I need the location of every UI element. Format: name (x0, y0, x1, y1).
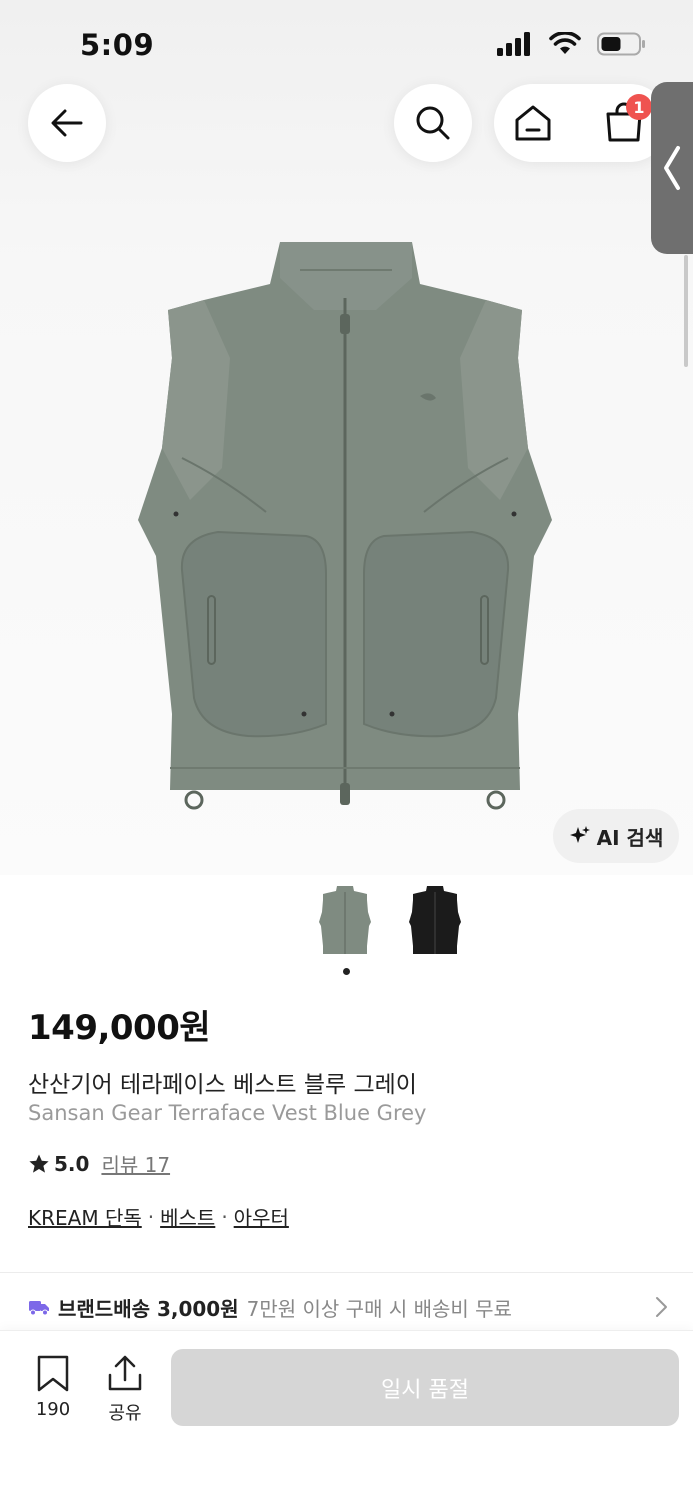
thumbnail-black[interactable] (407, 884, 463, 956)
tag-separator: · (221, 1204, 228, 1229)
thumbnail-blue-grey[interactable] (317, 884, 373, 956)
battery-icon (597, 32, 645, 56)
sold-out-button[interactable]: 일시 품절 (171, 1349, 679, 1426)
chevron-right-icon (656, 1297, 667, 1317)
signal-icon (497, 32, 530, 56)
product-price: 149,000원 (28, 1008, 211, 1048)
bookmark-icon (37, 1355, 69, 1392)
shipping-label: 브랜드배송 3,000원 (58, 1296, 239, 1321)
search-icon (416, 106, 450, 140)
arrow-left-icon (51, 109, 83, 137)
tag-vest[interactable]: 베스트 (160, 1202, 215, 1231)
star-icon (29, 1154, 49, 1173)
rating-value: 5.0 (54, 1151, 90, 1176)
shipping-info-row[interactable]: 브랜드배송 3,000원 7만원 이상 구매 시 배송비 무료 (28, 1292, 668, 1322)
cart-count-badge: 1 (626, 94, 652, 120)
product-name-korean: 산산기어 테라페이스 베스트 블루 그레이 (28, 1072, 417, 1098)
bottom-action-bar: 190 공유 일시 품절 (0, 1330, 693, 1500)
share-button[interactable]: 공유 (100, 1355, 150, 1425)
home-icon (515, 105, 551, 141)
bookmark-count: 190 (35, 1399, 71, 1420)
scroll-indicator (684, 255, 688, 367)
search-button[interactable] (394, 84, 472, 162)
shipping-note: 7만원 이상 구매 시 배송비 무료 (246, 1296, 512, 1321)
selected-thumbnail-indicator (343, 968, 350, 975)
share-label: 공유 (108, 1403, 142, 1424)
section-divider (0, 1272, 693, 1273)
home-button[interactable] (512, 102, 554, 148)
tag-kream-exclusive[interactable]: KREAM 단독 (28, 1202, 142, 1231)
sparkle-icon (569, 826, 590, 843)
category-tags: KREAM 단독 · 베스트 · 아우터 (28, 1202, 289, 1231)
review-link[interactable]: 리뷰 17 (101, 1149, 170, 1178)
header-actions: 1 (494, 84, 669, 162)
product-name-english: Sansan Gear Terraface Vest Blue Grey (28, 1101, 427, 1125)
vest-thumbnail-image (319, 886, 371, 954)
vest-illustration (138, 242, 552, 810)
status-time: 5:09 (80, 28, 155, 62)
vest-thumbnail-image (409, 886, 461, 954)
status-bar: 5:09 (0, 0, 693, 90)
ai-search-label: AI 검색 (596, 825, 664, 850)
tag-separator: · (147, 1204, 155, 1229)
share-icon (108, 1355, 142, 1391)
side-drawer-tab[interactable] (651, 82, 693, 254)
back-button[interactable] (28, 84, 106, 162)
truck-icon (29, 1301, 49, 1316)
bookmark-button[interactable]: 190 (28, 1355, 78, 1420)
ai-search-button[interactable]: AI 검색 (553, 809, 679, 863)
wifi-icon (549, 32, 581, 54)
product-main-image[interactable] (130, 238, 560, 813)
chevron-left-icon (664, 146, 680, 190)
rating-row: 5.0 리뷰 17 (28, 1149, 170, 1178)
tag-outer[interactable]: 아우터 (234, 1202, 289, 1231)
status-icons (497, 32, 647, 56)
product-image-area: 5:09 1 AI 검색 (0, 0, 693, 875)
